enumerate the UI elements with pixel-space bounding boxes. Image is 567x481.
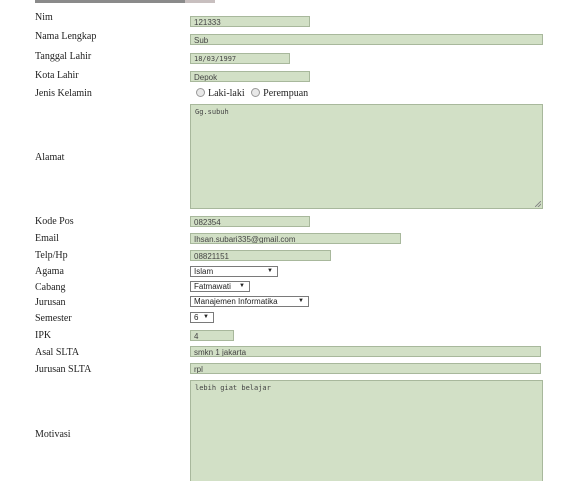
- nim-label: Nim: [35, 12, 53, 23]
- laki-laki-label: Laki-laki: [208, 88, 245, 99]
- jurusan-slta-field[interactable]: rpl: [190, 363, 541, 374]
- caret-down-icon: ▼: [298, 298, 304, 304]
- tanggal-lahir-label: Tanggal Lahir: [35, 51, 92, 62]
- motivasi-textarea[interactable]: lebih giat belajar: [190, 380, 543, 481]
- caret-down-icon: ▼: [239, 283, 245, 289]
- perempuan-label: Perempuan: [263, 88, 309, 99]
- jenis-kelamin-radio-group: Laki-laki Perempuan: [196, 88, 312, 99]
- asal-slta-field[interactable]: smkn 1 jakarta: [190, 346, 541, 357]
- alamat-textarea[interactable]: Gg.subuh: [190, 104, 543, 209]
- jurusan-slta-label: Jurusan SLTA: [35, 364, 92, 375]
- cabang-label: Cabang: [35, 282, 66, 293]
- motivasi-text: lebih giat belajar: [195, 384, 271, 392]
- jenis-kelamin-label: Jenis Kelamin: [35, 88, 92, 99]
- semester-value: 6: [194, 313, 199, 322]
- ipk-field[interactable]: 4: [190, 330, 234, 341]
- semester-select[interactable]: 6 ▼: [190, 312, 214, 323]
- agama-value: Islam: [194, 267, 214, 276]
- motivasi-label: Motivasi: [35, 429, 71, 440]
- resize-grip-icon[interactable]: [535, 201, 541, 207]
- agama-select[interactable]: Islam ▼: [190, 266, 278, 277]
- jurusan-select[interactable]: Manajemen Informatika ▼: [190, 296, 309, 307]
- alamat-text: Gg.subuh: [195, 108, 229, 116]
- ipk-label: IPK: [35, 330, 52, 341]
- caret-down-icon: ▼: [203, 314, 209, 320]
- registration-form: Nim 121333 Nama Lengkap Sub Tanggal Lahi…: [0, 0, 567, 481]
- asal-slta-label: Asal SLTA: [35, 347, 80, 358]
- tanggal-lahir-field[interactable]: 18/03/1997: [190, 53, 290, 64]
- kode-pos-field[interactable]: 082354: [190, 216, 310, 227]
- alamat-label: Alamat: [35, 152, 65, 163]
- jurusan-value: Manajemen Informatika: [194, 297, 278, 306]
- nama-lengkap-label: Nama Lengkap: [35, 31, 97, 42]
- agama-label: Agama: [35, 266, 64, 277]
- cabang-value: Fatmawati: [194, 282, 231, 291]
- nama-lengkap-field[interactable]: Sub: [190, 34, 543, 45]
- telp-label: Telp/Hp: [35, 250, 68, 261]
- radio-laki-laki[interactable]: [196, 88, 205, 97]
- cabang-select[interactable]: Fatmawati ▼: [190, 281, 250, 292]
- email-label: Email: [35, 233, 59, 244]
- radio-perempuan[interactable]: [251, 88, 261, 97]
- telp-field[interactable]: 08821151: [190, 250, 331, 261]
- email-field[interactable]: Ihsan.subari335@gmail.com: [190, 233, 401, 244]
- semester-label: Semester: [35, 313, 72, 324]
- kode-pos-label: Kode Pos: [35, 216, 74, 227]
- nim-field[interactable]: 121333: [190, 16, 310, 27]
- caret-down-icon: ▼: [267, 268, 273, 274]
- kota-lahir-field[interactable]: Depok: [190, 71, 310, 82]
- kota-lahir-label: Kota Lahir: [35, 70, 79, 81]
- jurusan-label: Jurusan: [35, 297, 66, 308]
